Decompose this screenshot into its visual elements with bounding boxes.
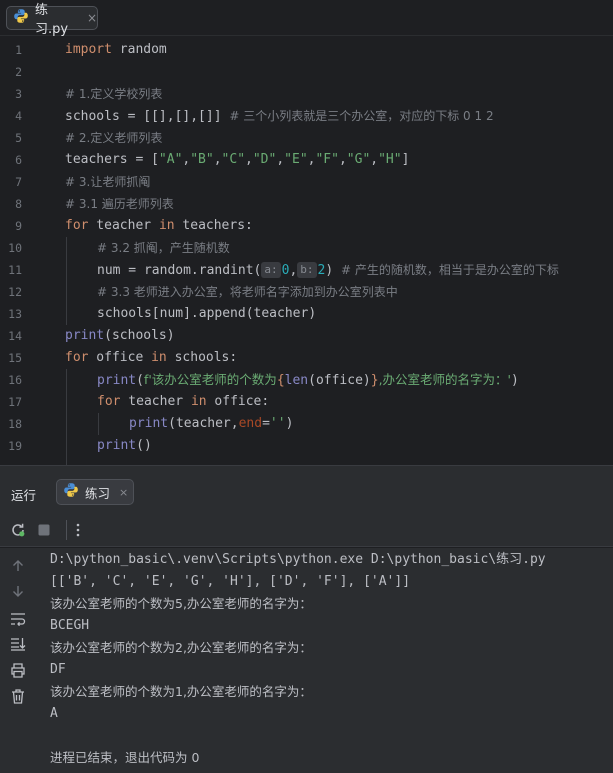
code-line-6: teachers = ["A","B","C","D","E","F","G",… [65, 152, 410, 167]
stop-icon[interactable] [34, 520, 54, 540]
code-line-18: print(teacher,end='') [129, 416, 294, 431]
line-number: 7 [15, 175, 22, 189]
toolbar-divider [66, 520, 67, 540]
console-line: A [50, 706, 58, 721]
line-number: 9 [15, 219, 22, 233]
code-line-7: # 3.让老师抓阄 [65, 175, 151, 189]
python-file-icon [13, 8, 29, 28]
line-number: 1 [15, 43, 22, 57]
more-vertical-icon[interactable] [68, 520, 88, 540]
line-number: 8 [15, 197, 22, 211]
run-panel-header: 运行 练习 × [0, 471, 613, 513]
scroll-to-end-icon[interactable] [8, 634, 28, 654]
line-number: 5 [15, 131, 22, 145]
code-line-3: # 1.定义学校列表 [65, 87, 163, 101]
line-number: 13 [8, 307, 22, 321]
close-tab-icon[interactable]: × [87, 11, 97, 25]
line-number: 17 [8, 395, 22, 409]
console-line: 该办公室老师的个数为1,办公室老师的名字为： [50, 684, 312, 699]
line-number: 4 [15, 109, 22, 123]
code-line-5: # 2.定义老师列表 [65, 131, 163, 145]
line-number: 18 [8, 417, 22, 431]
console-exit-line: 进程已结束，退出代码为 0 [50, 750, 200, 765]
console-line: 该办公室老师的个数为2,办公室老师的名字为： [50, 640, 312, 655]
run-panel-title: 运行 [11, 488, 37, 503]
code-line-12: # 3.3 老师进入办公室，将老师名字添加到办公室列表中 [97, 285, 398, 299]
console-line: D:\python_basic\.venv\Scripts\python.exe… [50, 552, 546, 567]
python-file-icon [63, 482, 79, 502]
arrow-down-icon[interactable] [8, 581, 28, 601]
line-number-gutter: 1 2 3 4 5 6 7 8 9 10 11 12 13 14 15 16 1… [0, 37, 46, 465]
indent-guide [66, 237, 67, 325]
run-side-toolbar [0, 548, 36, 773]
editor-tab-bar: 练习.py × [0, 0, 613, 37]
param-hint-a: a: [261, 262, 281, 278]
soft-wrap-icon[interactable] [8, 609, 28, 629]
rerun-icon[interactable] [8, 520, 28, 540]
console-line: [['B', 'C', 'E', 'G', 'H'], ['D', 'F'], … [50, 574, 411, 589]
editor-tab-label: 练习.py [35, 3, 69, 37]
console-line: BCEGH [50, 618, 90, 633]
code-line-16: print(f'该办公室老师的个数为{len(office)},办公室老师的名字… [97, 372, 519, 388]
code-line-8: # 3.1 遍历老师列表 [65, 197, 174, 211]
arrow-up-icon[interactable] [8, 556, 28, 576]
line-number: 2 [15, 65, 22, 79]
run-toolbar [0, 513, 613, 547]
code-line-17: for teacher in office: [97, 394, 270, 409]
console-line: 该办公室老师的个数为5,办公室老师的名字为： [50, 596, 312, 611]
line-number: 6 [15, 153, 22, 167]
run-console-output[interactable]: D:\python_basic\.venv\Scripts\python.exe… [36, 548, 613, 773]
code-line-4: schools = [[],[],[]] # 三个小列表就是三个办公室，对应的下… [65, 109, 494, 124]
code-line-11: num = random.randint(a: 0, b: 2) # 产生的随机数，相… [97, 262, 559, 278]
close-run-tab-icon[interactable]: × [119, 486, 128, 499]
run-tab-label: 练习 [85, 485, 111, 501]
line-number: 19 [8, 439, 22, 453]
code-line-9: for teacher in teachers: [65, 218, 253, 233]
line-number: 3 [15, 87, 22, 101]
line-number: 16 [8, 373, 22, 387]
indent-guide [66, 369, 67, 465]
indent-guide [98, 413, 99, 435]
editor-tab-file[interactable]: 练习.py × [6, 3, 98, 37]
code-line-1: import random [65, 42, 167, 57]
code-line-10: # 3.2 抓阄，产生随机数 [97, 241, 230, 255]
code-line-15: for office in schools: [65, 350, 238, 365]
code-line-14: print(schools) [65, 328, 175, 343]
line-number: 12 [8, 285, 22, 299]
line-number: 15 [8, 351, 22, 365]
param-hint-b: b: [297, 262, 317, 278]
code-editor[interactable]: 1 2 3 4 5 6 7 8 9 10 11 12 13 14 15 16 1… [0, 37, 613, 465]
code-line-19: print() [97, 438, 152, 453]
trash-icon[interactable] [8, 686, 28, 706]
line-number: 10 [8, 241, 22, 255]
code-line-13: schools[num].append(teacher) [97, 306, 317, 321]
print-icon[interactable] [8, 660, 28, 680]
line-number: 11 [8, 263, 22, 277]
console-line: DF [50, 662, 66, 677]
line-number: 14 [8, 329, 22, 343]
run-config-tab[interactable]: 练习 × [56, 479, 134, 505]
